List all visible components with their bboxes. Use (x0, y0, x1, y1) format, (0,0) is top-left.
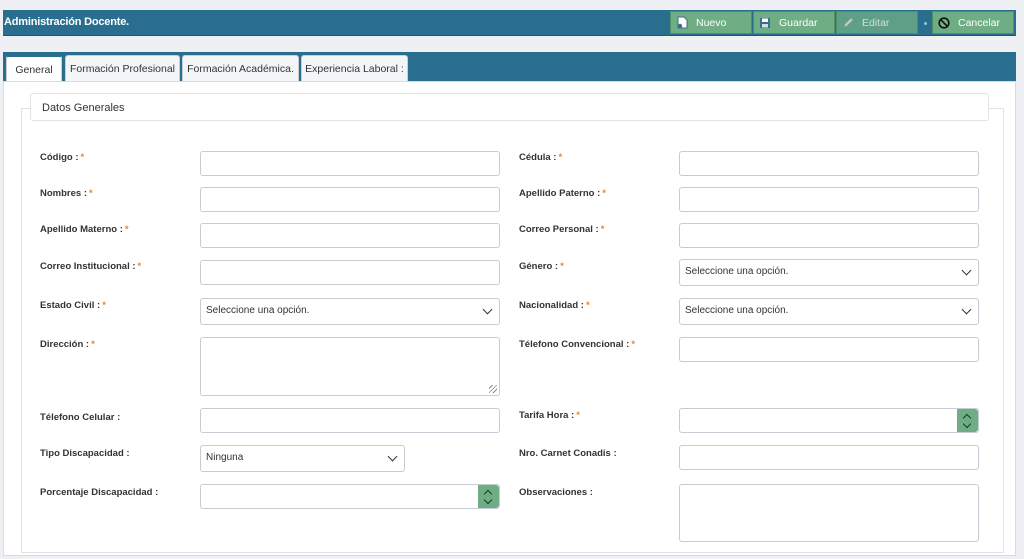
app-title: Administración Docente. (4, 16, 129, 28)
cancel-icon (933, 12, 955, 33)
correo-personal-label: Correo Personal : * (519, 224, 605, 235)
estado-civil-select[interactable]: Seleccione una opción. (200, 298, 500, 325)
edit-button[interactable]: Editar (836, 11, 918, 34)
observaciones-textarea[interactable] (679, 484, 979, 542)
chevron-down-icon (483, 495, 493, 505)
tab-strip: General Formación Profesional Formación … (3, 52, 1016, 82)
chevron-down-icon (961, 265, 972, 276)
tipo-discapacidad-label: Tipo Discapacidad : (40, 448, 130, 459)
telefono-celular-input[interactable] (200, 408, 500, 433)
correo-institucional-label: Correo Institucional : * (40, 261, 142, 272)
cedula-input[interactable] (679, 151, 979, 176)
direccion-label: Dirección : * (40, 339, 95, 350)
observaciones-label: Observaciones : (519, 487, 593, 498)
tab-experiencia-laboral[interactable]: Experiencia Laboral : (301, 55, 408, 81)
codigo-label: Código : * (40, 152, 85, 163)
resize-handle-icon[interactable] (489, 385, 497, 393)
estado-civil-label: Estado Civil : * (40, 300, 106, 311)
save-icon (754, 12, 776, 33)
section-title: Datos Generales (30, 93, 989, 121)
new-doc-icon (671, 12, 693, 33)
number-spinner[interactable] (478, 485, 499, 508)
apellido-materno-label: Apellido Materno : * (40, 224, 129, 235)
nombres-input[interactable] (200, 187, 500, 212)
telefono-convencional-input[interactable] (679, 337, 979, 362)
tarifa-hora-label: Tarifa Hora : * (519, 410, 580, 421)
apellido-paterno-label: Apellido Paterno : * (519, 188, 606, 199)
correo-personal-input[interactable] (679, 223, 979, 248)
cancel-button[interactable]: Cancelar (932, 11, 1014, 34)
codigo-input[interactable] (200, 151, 500, 176)
save-button[interactable]: Guardar (753, 11, 835, 34)
chevron-down-icon (387, 451, 398, 462)
genero-select[interactable]: Seleccione una opción. (679, 259, 979, 286)
chevron-down-icon (482, 304, 493, 315)
porcentaje-discapacidad-label: Porcentaje Discapacidad : (40, 487, 159, 498)
new-button[interactable]: Nuevo (670, 11, 752, 34)
tab-formacion-academica[interactable]: Formación Académica. (182, 55, 299, 81)
telefono-convencional-label: Télefono Convencional : * (519, 339, 636, 350)
apellido-materno-input[interactable] (200, 223, 500, 248)
tab-general[interactable]: General (6, 55, 62, 82)
tab-formacion-profesional[interactable]: Formación Profesional (65, 55, 180, 81)
chevron-down-icon (961, 304, 972, 315)
nacionalidad-label: Nacionalidad : * (519, 300, 590, 311)
porcentaje-discapacidad-input[interactable] (200, 484, 500, 509)
correo-institucional-input[interactable] (200, 260, 500, 285)
apellido-paterno-input[interactable] (679, 187, 979, 212)
edit-icon (837, 12, 859, 33)
tarifa-hora-input[interactable] (679, 408, 979, 433)
nro-carnet-input[interactable] (679, 445, 979, 470)
genero-label: Género : * (519, 261, 564, 272)
toolbar-separator (924, 22, 927, 25)
chevron-down-icon (962, 419, 972, 429)
number-spinner[interactable] (957, 409, 978, 432)
nacionalidad-select[interactable]: Seleccione una opción. (679, 298, 979, 325)
nombres-label: Nombres : * (40, 188, 93, 199)
telefono-celular-label: Télefono Celular : (40, 412, 121, 423)
top-toolbar: Administración Docente. Nuevo Guardar Ed… (3, 10, 1016, 36)
direccion-textarea[interactable] (200, 337, 500, 396)
cedula-label: Cédula : * (519, 152, 563, 163)
nro-carnet-label: Nro. Carnet Conadis : (519, 448, 617, 459)
tipo-discapacidad-select[interactable]: Ninguna (200, 445, 405, 472)
